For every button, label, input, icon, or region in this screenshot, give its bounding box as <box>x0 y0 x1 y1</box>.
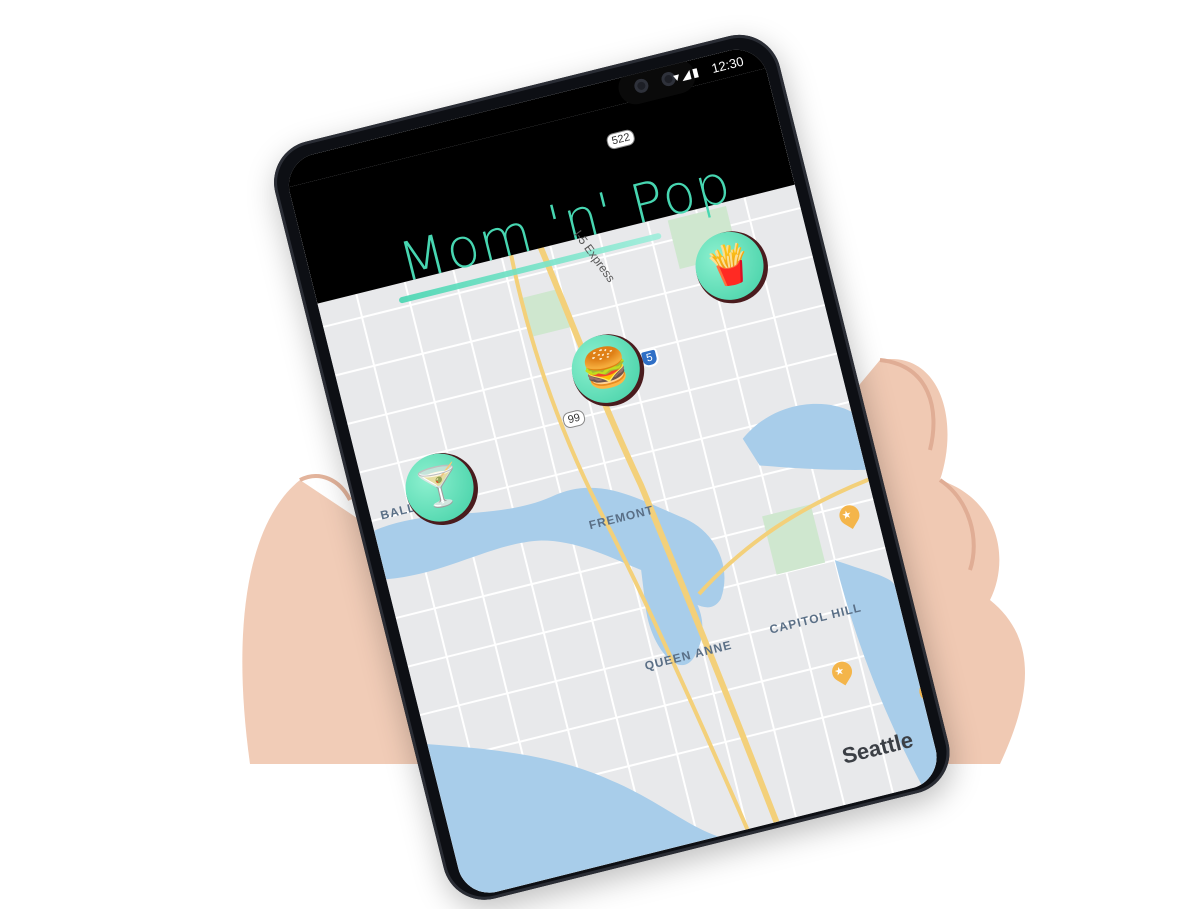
scene: ▾◢▮ 12:30 Mom 'n' Pop 522 I-5 Express 5 … <box>0 0 1200 909</box>
status-time: 12:30 <box>709 53 746 77</box>
